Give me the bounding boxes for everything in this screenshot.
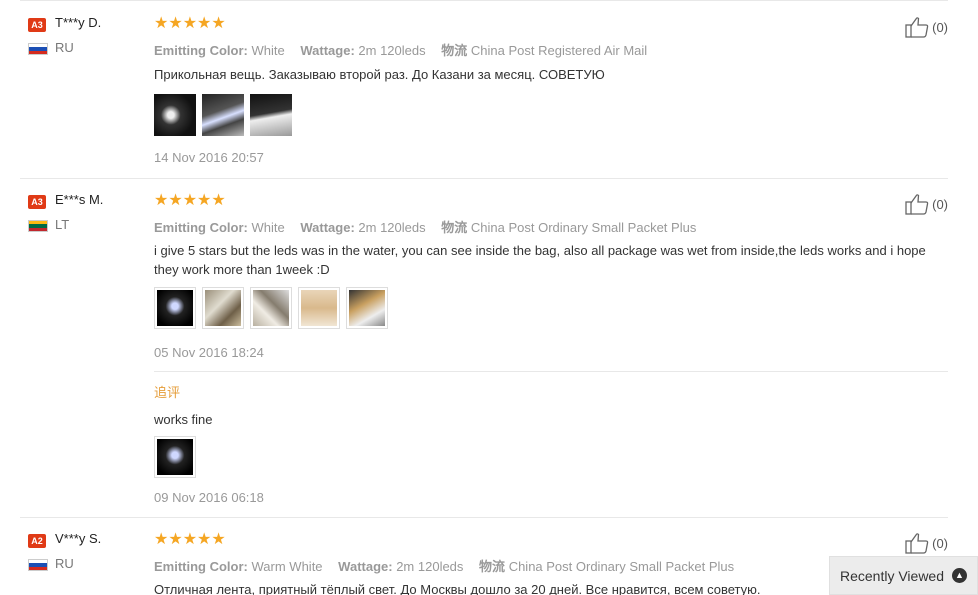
flag-icon-ru	[28, 43, 48, 55]
helpful-count: (0)	[932, 535, 948, 551]
followup-divider	[154, 371, 948, 372]
country-code: RU	[55, 40, 74, 55]
thumbs-up-icon	[905, 17, 929, 38]
review-content: ★★★★★ Emitting Color: White Wattage: 2m …	[154, 193, 948, 505]
recently-viewed-label: Recently Viewed	[839, 567, 945, 584]
top-divider	[20, 0, 948, 1]
review-text: Прикольная вещь. Заказываю второй раз. Д…	[154, 67, 605, 82]
review-photo-thumbnail[interactable]	[298, 287, 340, 329]
review-divider	[20, 178, 948, 179]
thumbs-up-icon	[905, 533, 929, 554]
reviewer-name: E***s M.	[55, 192, 104, 207]
review-photos	[154, 94, 948, 136]
chevron-up-icon: ▲	[952, 568, 968, 583]
helpful-button[interactable]: (0)	[905, 193, 948, 215]
sku-info: Emitting Color: White Wattage: 2m 120led…	[154, 220, 697, 235]
helpful-count: (0)	[932, 196, 948, 212]
thumbs-up-icon	[905, 194, 929, 215]
review-item: A3 E***s M. LT ★★★★★ Emitting Color: Whi…	[20, 192, 948, 513]
review-content: ★★★★★ Emitting Color: White Wattage: 2m …	[154, 16, 948, 165]
helpful-count: (0)	[932, 19, 948, 35]
level-badge: A3	[28, 18, 46, 32]
flag-icon-ru	[28, 559, 48, 571]
level-badge: A3	[28, 195, 46, 209]
helpful-button[interactable]: (0)	[905, 532, 948, 554]
followup-photos	[154, 436, 948, 478]
recently-viewed-tab[interactable]: Recently Viewed ▲	[829, 556, 978, 595]
review-date: 14 Nov 2016 20:57	[154, 150, 264, 165]
star-rating: ★★★★★	[154, 15, 226, 32]
review-photo-thumbnail[interactable]	[250, 94, 292, 136]
review-date: 05 Nov 2016 18:24	[154, 345, 264, 360]
country-code: LT	[55, 217, 70, 232]
reviewer-name: T***y D.	[55, 15, 102, 30]
review-item: A2 V***y S. RU ★★★★★ Emitting Color: War…	[20, 531, 948, 595]
review-item: A3 T***y D. RU ★★★★★ Emitting Color: Whi…	[20, 15, 948, 176]
review-photo-thumbnail[interactable]	[154, 94, 196, 136]
followup-label: 追评	[154, 385, 181, 400]
review-photo-thumbnail[interactable]	[202, 287, 244, 329]
review-photo-thumbnail[interactable]	[154, 287, 196, 329]
review-photo-thumbnail[interactable]	[202, 94, 244, 136]
reviewer-name: V***y S.	[55, 531, 102, 546]
helpful-button[interactable]: (0)	[905, 16, 948, 38]
review-text: i give 5 stars but the leds was in the w…	[154, 243, 926, 277]
level-badge: A2	[28, 534, 46, 548]
review-photo-thumbnail[interactable]	[346, 287, 388, 329]
flag-icon-lt	[28, 220, 48, 232]
followup-text: works fine	[154, 412, 213, 427]
review-photos	[154, 287, 948, 329]
star-rating: ★★★★★	[154, 531, 226, 548]
followup-date: 09 Nov 2016 06:18	[154, 490, 264, 505]
country-code: RU	[55, 556, 74, 571]
sku-info: Emitting Color: White Wattage: 2m 120led…	[154, 43, 648, 58]
star-rating: ★★★★★	[154, 192, 226, 209]
review-photo-thumbnail[interactable]	[154, 436, 196, 478]
review-photo-thumbnail[interactable]	[250, 287, 292, 329]
review-divider	[20, 517, 948, 518]
